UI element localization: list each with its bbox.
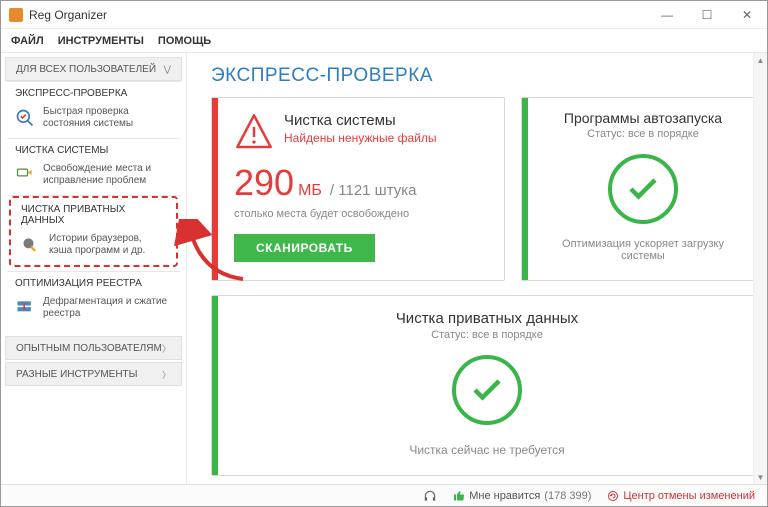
minimize-button[interactable]: — [647, 1, 687, 28]
like-label: Мне нравится [469, 490, 540, 502]
undo-label: Центр отмены изменений [623, 490, 755, 502]
page-title: ЭКСПРЕСС-ПРОВЕРКА [211, 65, 757, 87]
card-clean-value: 290 [234, 162, 294, 204]
menu-file[interactable]: ФАЙЛ [11, 35, 44, 47]
scroll-up-icon[interactable]: ▲ [754, 53, 767, 67]
vertical-scrollbar[interactable]: ▲ ▼ [753, 53, 767, 484]
card-clean-count: / 1121 штука [330, 182, 417, 199]
group-advanced-label: ОПЫТНЫМ ПОЛЬЗОВАТЕЛЯМ [16, 343, 162, 354]
group-misc-label: РАЗНЫЕ ИНСТРУМЕНТЫ [16, 369, 138, 380]
card-startup-footer: Оптимизация ускоряет загрузку системы [542, 238, 744, 262]
maximize-button[interactable]: ☐ [687, 1, 727, 28]
card-startup: Программы автозапуска Статус: все в поря… [521, 97, 757, 281]
defrag-icon [15, 298, 35, 318]
like-button[interactable]: Мне нравится (178 399) [453, 490, 591, 502]
sidebar-item-clean[interactable]: Освобождение места и исправление проблем [5, 158, 182, 195]
card-clean-subheading: Найдены ненужные файлы [284, 131, 437, 145]
sidebar-item-registry-label: Дефрагментация и сжатие реестра [43, 296, 172, 320]
headphones-icon[interactable] [423, 489, 437, 503]
check-circle-icon [452, 355, 522, 425]
section-express-title: ЭКСПРЕСС-ПРОВЕРКА [5, 82, 182, 101]
sidebar-item-registry[interactable]: Дефрагментация и сжатие реестра [5, 291, 182, 328]
like-count: (178 399) [544, 490, 591, 502]
card-clean-heading: Чистка системы [284, 112, 437, 129]
warning-triangle-icon [234, 112, 274, 152]
app-icon [9, 8, 23, 22]
section-registry-title: ОПТИМИЗАЦИЯ РЕЕСТРА [5, 272, 182, 291]
annotation-highlight-box: ЧИСТКА ПРИВАТНЫХ ДАННЫХ Истории браузеро… [9, 196, 178, 267]
sidebar: ДЛЯ ВСЕХ ПОЛЬЗОВАТЕЛЕЙ ⋁ ЭКСПРЕСС-ПРОВЕР… [1, 53, 187, 484]
group-advanced[interactable]: ОПЫТНЫМ ПОЛЬЗОВАТЕЛЯМ 〉 [5, 336, 182, 360]
card-startup-heading: Программы автозапуска [564, 110, 722, 126]
card-private-data: Чистка приватных данных Статус: все в по… [211, 295, 757, 476]
broom-icon [15, 165, 35, 185]
privacy-broom-icon [21, 235, 41, 255]
check-circle-icon [608, 154, 678, 224]
sidebar-item-express[interactable]: Быстрая проверка состояния системы [5, 101, 182, 138]
chevron-right-icon: 〉 [162, 368, 171, 381]
card-clean-note: столько места будет освобождено [234, 208, 488, 220]
app-title: Reg Organizer [29, 8, 647, 22]
scroll-down-icon[interactable]: ▼ [754, 470, 767, 484]
menubar: ФАЙЛ ИНСТРУМЕНТЫ ПОМОЩЬ [1, 29, 767, 53]
card-private-subheading: Статус: все в порядке [431, 329, 543, 341]
section-private-title: ЧИСТКА ПРИВАТНЫХ ДАННЫХ [11, 198, 176, 228]
chevron-right-icon: 〉 [162, 342, 171, 355]
magnifier-check-icon [15, 108, 35, 128]
sidebar-item-clean-label: Освобождение места и исправление проблем [43, 163, 172, 187]
group-misc[interactable]: РАЗНЫЕ ИНСТРУМЕНТЫ 〉 [5, 362, 182, 386]
menu-tools[interactable]: ИНСТРУМЕНТЫ [58, 35, 144, 47]
group-all-users[interactable]: ДЛЯ ВСЕХ ПОЛЬЗОВАТЕЛЕЙ ⋁ [5, 57, 182, 81]
scan-button[interactable]: СКАНИРОВАТЬ [234, 234, 375, 262]
undo-center[interactable]: Центр отмены изменений [607, 490, 755, 502]
sidebar-item-private[interactable]: Истории браузеров, кэша программ и др. [11, 228, 176, 265]
group-all-users-label: ДЛЯ ВСЕХ ПОЛЬЗОВАТЕЛЕЙ [16, 64, 156, 75]
card-private-footer: Чистка сейчас не требуется [409, 443, 564, 457]
chevron-down-icon: ⋁ [164, 64, 171, 75]
statusbar: Мне нравится (178 399) Центр отмены изме… [1, 484, 767, 506]
section-clean-title: ЧИСТКА СИСТЕМЫ [5, 139, 182, 158]
sidebar-item-express-label: Быстрая проверка состояния системы [43, 106, 172, 130]
card-system-clean: Чистка системы Найдены ненужные файлы 29… [211, 97, 505, 281]
sidebar-item-private-label: Истории браузеров, кэша программ и др. [49, 233, 166, 257]
card-startup-subheading: Статус: все в порядке [587, 128, 699, 140]
card-clean-unit: МБ [298, 182, 322, 200]
main-panel: ЭКСПРЕСС-ПРОВЕРКА Чистка системы Найдены… [187, 53, 767, 484]
close-button[interactable]: ✕ [727, 1, 767, 28]
card-private-heading: Чистка приватных данных [396, 310, 578, 327]
menu-help[interactable]: ПОМОЩЬ [158, 35, 211, 47]
titlebar: Reg Organizer — ☐ ✕ [1, 1, 767, 29]
